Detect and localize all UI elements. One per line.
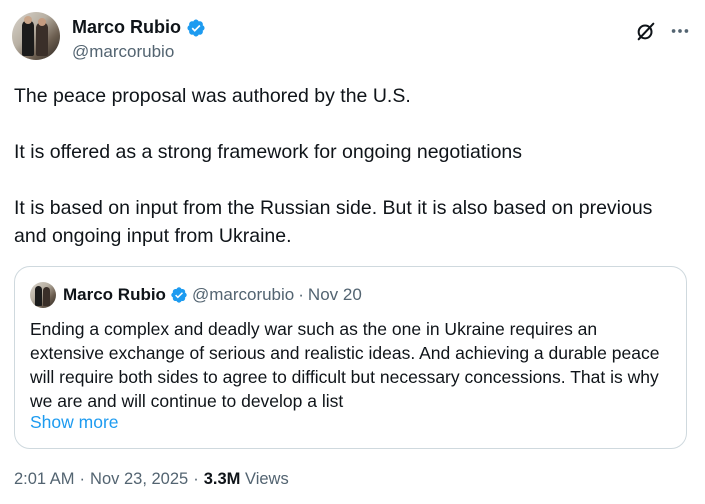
separator-dot: · bbox=[193, 470, 199, 488]
show-more-link[interactable]: Show more bbox=[30, 412, 119, 433]
tweet-time[interactable]: 2:01 AM bbox=[14, 470, 75, 489]
author-handle[interactable]: @marcorubio bbox=[72, 42, 174, 62]
tweet-line-1: The peace proposal was authored by the U… bbox=[14, 85, 411, 107]
views-label: Views bbox=[244, 470, 289, 488]
tweet-line-3: It is based on input from the Russian si… bbox=[14, 197, 653, 247]
tweet-body: The peace proposal was authored by the U… bbox=[14, 82, 684, 250]
more-options-icon[interactable] bbox=[669, 20, 691, 42]
author-display-name[interactable]: Marco Rubio bbox=[72, 17, 181, 38]
quoted-text: Ending a complex and deadly war such as … bbox=[30, 319, 660, 411]
verified-badge-icon bbox=[187, 18, 205, 37]
quoted-handle: @marcorubio bbox=[191, 285, 295, 304]
grok-icon[interactable] bbox=[635, 20, 657, 42]
verified-badge-icon bbox=[171, 287, 187, 303]
tweet-date[interactable]: Nov 23, 2025 bbox=[90, 470, 188, 489]
avatar[interactable] bbox=[12, 12, 60, 60]
separator-dot: · bbox=[298, 285, 304, 304]
quoted-date: Nov 20 bbox=[307, 285, 362, 304]
quoted-avatar bbox=[30, 282, 56, 308]
views-count: 3.3M bbox=[203, 470, 241, 488]
separator-dot: · bbox=[79, 470, 86, 488]
tweet-line-2: It is offered as a strong framework for … bbox=[14, 141, 523, 163]
tweet-meta: 2:01 AM · Nov 23, 2025 · 3.3M Views bbox=[14, 470, 289, 489]
author-name-row: Marco Rubio bbox=[72, 17, 206, 38]
quoted-header: Marco Rubio @marcorubio · Nov 20 bbox=[63, 285, 362, 305]
quoted-display-name: Marco Rubio bbox=[63, 285, 166, 304]
quoted-tweet[interactable]: Marco Rubio @marcorubio · Nov 20 Ending … bbox=[14, 266, 687, 449]
tweet-header: Marco Rubio @marcorubio bbox=[12, 12, 693, 64]
